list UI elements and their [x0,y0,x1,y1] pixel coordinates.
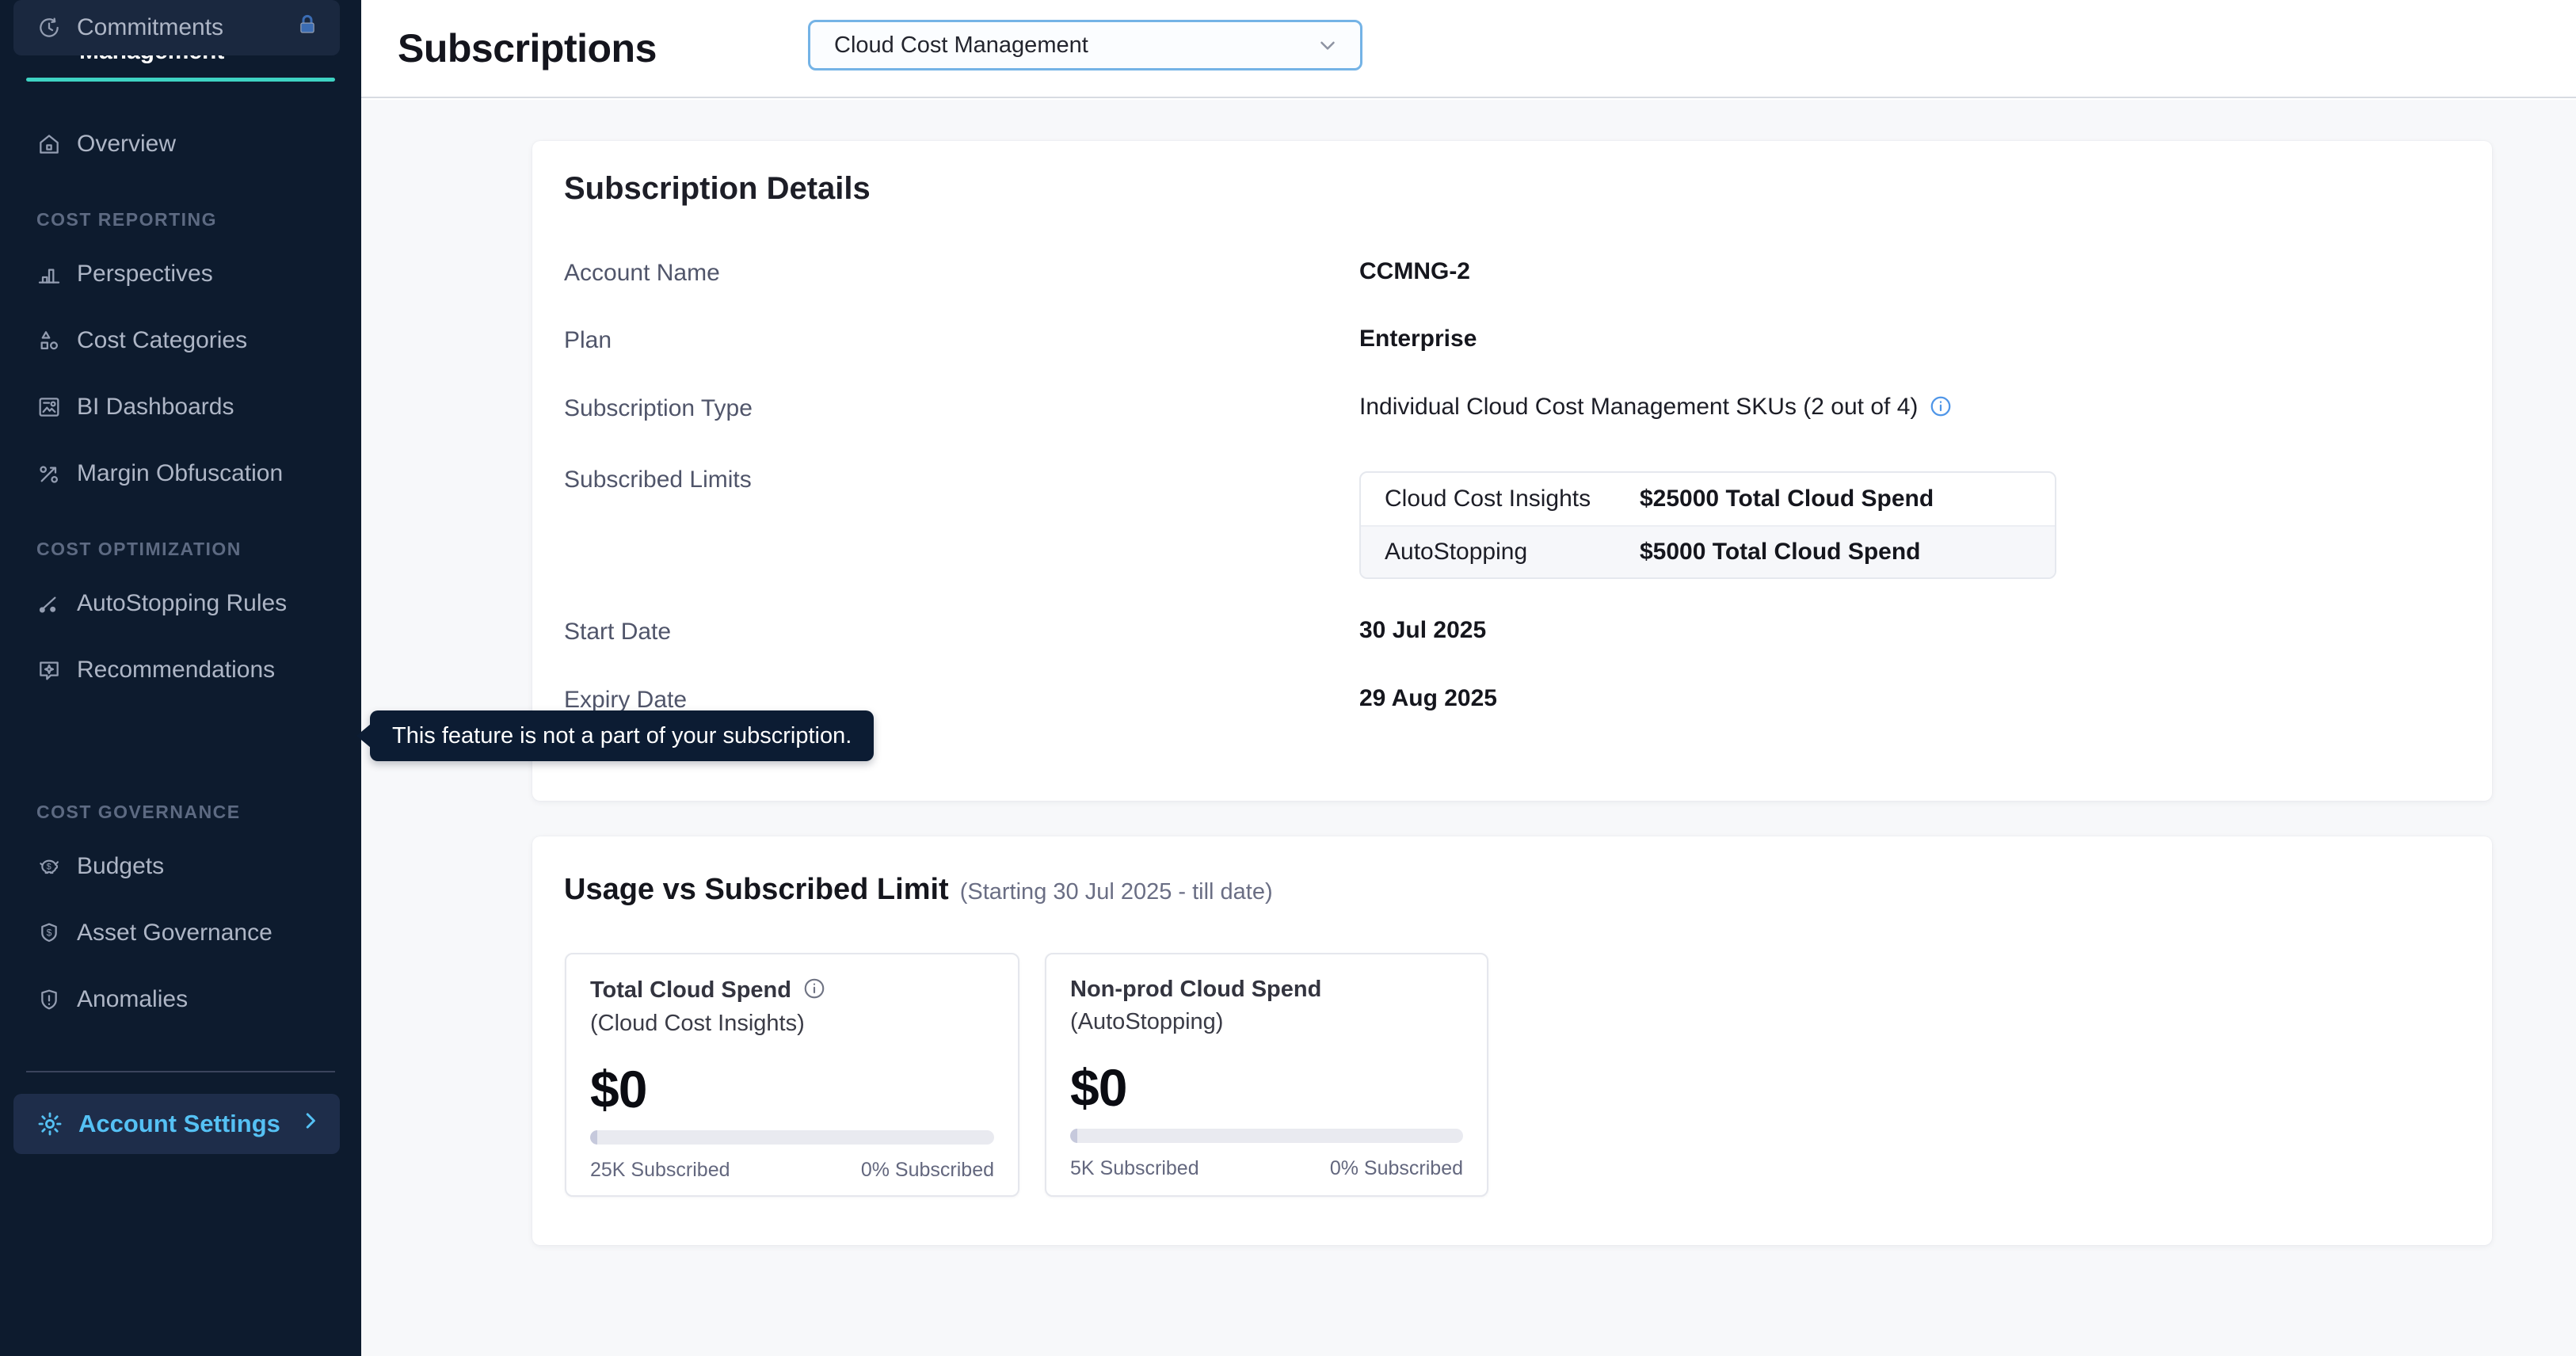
sidebar-item-commitments[interactable]: Commitments [13,0,340,55]
tile-subtitle: (AutoStopping) [1070,1009,1463,1035]
chevron-down-icon [1316,33,1339,57]
usage-progress-fill [590,1130,597,1145]
tooltip-text: This feature is not a part of your subsc… [392,723,852,749]
expiry-date-label: Expiry Date [564,687,687,714]
subscription-details-title: Subscription Details [564,171,871,207]
account-name-label: Account Name [564,260,720,287]
usage-progress-bar [1070,1129,1463,1143]
subscription-details-card: Subscription Details Account Name CCMNG-… [532,141,2492,801]
sidebar-item-label: BI Dashboards [77,394,234,421]
tile-amount: $0 [1070,1057,1463,1118]
bar-chart-icon [36,261,62,287]
module-select-value: Cloud Cost Management [834,32,1316,59]
gear-icon [36,1110,63,1137]
info-icon[interactable] [802,977,826,1004]
shield-alert-icon [36,987,62,1012]
sidebar-item-label: Anomalies [77,986,188,1013]
usage-title: Usage vs Subscribed Limit [564,873,949,907]
sidebar-item-label: Overview [77,131,176,158]
page-title: Subscriptions [398,25,657,71]
subscribed-limits-label: Subscribed Limits [564,467,752,493]
sidebar-item-autostopping-rules[interactable]: AutoStopping Rules [0,577,361,630]
table-row: AutoStopping $5000 Total Cloud Spend [1361,525,2055,577]
shield-dollar-icon: $ [36,920,62,946]
sidebar-item-bi-dashboards[interactable]: BI Dashboards [0,380,361,434]
sidebar-divider [26,1071,335,1072]
usage-tile-nonprod-cloud-spend: Non-prod Cloud Spend (AutoStopping) $0 5… [1045,953,1488,1197]
piggy-bank-icon: $ [36,854,62,879]
commitments-clock-icon [36,15,62,40]
svg-text:$: $ [47,927,52,939]
sidebar: $ Cloud Cost Management Overview COST RE… [0,0,361,1356]
sidebar-item-perspectives[interactable]: Perspectives [0,247,361,301]
sidebar-section-cost-optimization: COST OPTIMIZATION [36,539,242,560]
dashboard-image-icon [36,394,62,420]
subscribed-limits-table: Cloud Cost Insights $25000 Total Cloud S… [1359,471,2056,579]
sidebar-item-asset-governance[interactable]: $ Asset Governance [0,906,361,960]
sidebar-item-anomalies[interactable]: Anomalies [0,973,361,1027]
subscription-tooltip: This feature is not a part of your subsc… [370,710,874,761]
subscription-type-value: Individual Cloud Cost Management SKUs (2… [1359,394,1953,425]
sidebar-item-account-settings[interactable]: Account Settings [13,1094,340,1154]
subscribed-amount-label: 5K Subscribed [1070,1157,1199,1180]
sidebar-item-label: Asset Governance [77,920,272,947]
plan-label: Plan [564,327,612,354]
home-icon [36,131,62,157]
sku-name: Cloud Cost Insights [1361,486,1640,512]
sku-name: AutoStopping [1361,539,1640,566]
autostopping-icon [36,591,62,616]
sidebar-section-cost-reporting: COST REPORTING [36,209,217,230]
usage-card: Usage vs Subscribed Limit (Starting 30 J… [532,836,2492,1245]
usage-progress-fill [1070,1129,1077,1143]
tile-amount: $0 [590,1059,994,1119]
usage-progress-bar [590,1130,994,1145]
sidebar-item-label: Recommendations [77,657,275,684]
usage-title-row: Usage vs Subscribed Limit (Starting 30 J… [564,873,1273,907]
logo-accent-divider [26,78,335,82]
expiry-date-value: 29 Aug 2025 [1359,685,1497,712]
lock-icon [295,13,319,43]
subscribed-percent-label: 0% Subscribed [1330,1157,1463,1180]
sidebar-item-label: Account Settings [78,1110,280,1138]
percent-trend-icon [36,461,62,486]
sidebar-item-recommendations[interactable]: Recommendations [0,643,361,697]
start-date-label: Start Date [564,619,671,646]
sidebar-item-cost-categories[interactable]: Cost Categories [0,314,361,368]
start-date-value: 30 Jul 2025 [1359,617,1486,644]
sidebar-item-label: Budgets [77,853,164,880]
subscribed-percent-label: 0% Subscribed [861,1159,994,1182]
sidebar-item-overview[interactable]: Overview [0,117,361,171]
shapes-icon [36,328,62,353]
page-header: Subscriptions Cloud Cost Management [361,0,2576,98]
sidebar-item-budgets[interactable]: $ Budgets [0,840,361,893]
subscribed-amount-label: 25K Subscribed [590,1159,730,1182]
sidebar-section-cost-governance: COST GOVERNANCE [36,802,241,823]
sidebar-item-label: Margin Obfuscation [77,460,283,487]
sidebar-item-label: Commitments [77,14,223,41]
app-window: $ Cloud Cost Management Overview COST RE… [0,0,2576,1356]
subscription-type-label: Subscription Type [564,395,753,422]
sku-limit: $5000 Total Cloud Spend [1640,539,1921,566]
module-select-dropdown[interactable]: Cloud Cost Management [808,20,1362,70]
account-name-value: CCMNG-2 [1359,258,1470,285]
sidebar-item-label: AutoStopping Rules [77,590,287,617]
plan-value: Enterprise [1359,326,1477,352]
sidebar-item-margin-obfuscation[interactable]: Margin Obfuscation [0,447,361,501]
recommendation-sparkle-icon [36,657,62,683]
tile-title: Total Cloud Spend [590,977,791,1004]
sku-limit: $25000 Total Cloud Spend [1640,486,1934,512]
table-row: Cloud Cost Insights $25000 Total Cloud S… [1361,473,2055,525]
sidebar-item-label: Perspectives [77,261,213,288]
usage-tile-total-cloud-spend: Total Cloud Spend (Cloud Cost Insights) … [565,953,1019,1197]
tile-subtitle: (Cloud Cost Insights) [590,1011,994,1037]
svg-text:$: $ [47,862,51,871]
info-icon-blue[interactable] [1929,398,1953,424]
usage-subtitle: (Starting 30 Jul 2025 - till date) [960,879,1273,905]
sidebar-item-label: Cost Categories [77,327,247,354]
chevron-right-icon [299,1109,322,1139]
tile-title: Non-prod Cloud Spend [1070,977,1321,1003]
